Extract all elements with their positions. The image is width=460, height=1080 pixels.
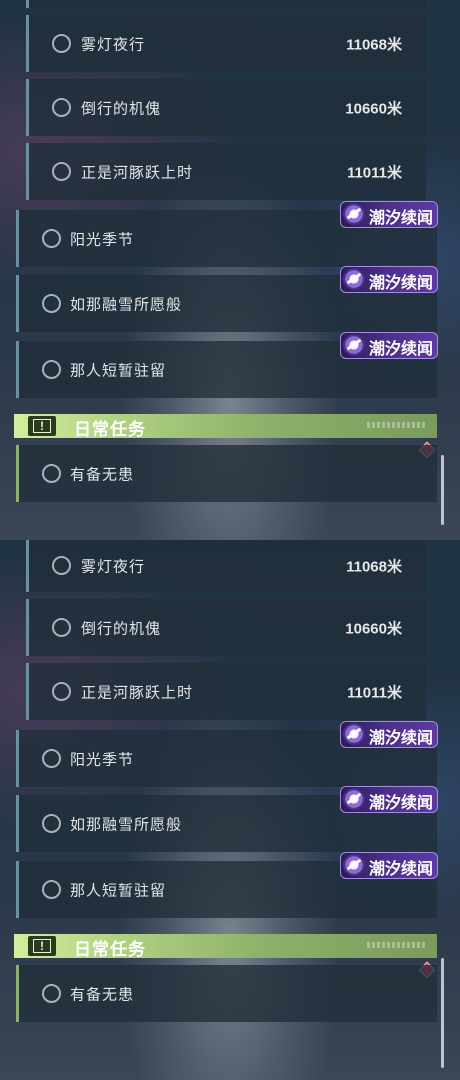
quest-name: 雾灯夜行 [81,558,146,576]
section-title: 日常任务 [74,940,146,959]
quest-distance: 11068米 [346,36,402,53]
quest-item[interactable]: 正是河豚跃上时 11011米 [26,143,426,200]
daily-quest-item[interactable]: 有备无患 [16,965,437,1022]
tidal-wave-icon [343,723,365,745]
quest-item[interactable]: 倒行的机傀 10660米 [26,79,426,136]
quest-name: 正是河豚跃上时 [81,164,194,181]
section-header-daily[interactable]: ! 日常任务 [14,414,437,439]
quest-name: 如那融雪所愿般 [70,816,183,833]
quest-name: 有备无患 [70,986,135,1003]
tidal-tag: 潮汐续闻 [340,721,438,748]
tidal-wave-icon [343,334,365,356]
quest-name: 正是河豚跃上时 [81,684,194,701]
scrollbar[interactable] [441,455,444,525]
header-decoration [367,942,427,948]
quest-panel: 雾灯夜行 11068米 倒行的机傀 10660米 正是河豚跃上时 11011米 … [0,540,460,1080]
quest-item[interactable]: 正是河豚跃上时 11011米 [26,663,426,720]
tag-label: 潮汐续闻 [369,795,434,812]
quest-distance: 11011米 [346,684,402,701]
radio-circle-icon [42,879,61,899]
scrollbar[interactable] [441,958,444,1068]
radio-circle-icon [52,617,71,637]
tag-label: 潮汐续闻 [369,341,434,358]
radio-circle-icon [42,293,61,313]
quest-distance: 11011米 [346,164,402,181]
radio-circle-icon [42,983,61,1003]
radio-circle-icon [42,228,61,248]
quest-name: 如那融雪所愿般 [70,296,183,313]
radio-circle-icon [52,556,71,575]
tidal-tag: 潮汐续闻 [340,201,438,228]
quest-name: 雾灯夜行 [81,36,146,53]
quest-panel: 雾灯夜行 11068米 倒行的机傀 10660米 正是河豚跃上时 11011米 … [0,0,460,540]
quest-item[interactable]: 倒行的机傀 10660米 [26,599,426,656]
exclamation-icon: ! [28,416,56,436]
radio-circle-icon [52,681,71,701]
tag-label: 潮汐续闻 [369,275,434,292]
quest-item[interactable]: 雾灯夜行 11068米 [26,540,426,592]
quest-name: 阳光季节 [70,751,135,768]
quest-distance: 10660米 [345,100,402,117]
radio-circle-icon [52,33,71,53]
section-title: 日常任务 [74,420,146,439]
tag-label: 潮汐续闻 [369,861,434,878]
tidal-wave-icon [343,788,365,810]
quest-distance: 11068米 [346,558,402,576]
radio-circle-icon [42,748,61,768]
section-header-daily[interactable]: ! 日常任务 [14,934,437,959]
tidal-tag: 潮汐续闻 [340,332,438,359]
tidal-tag: 潮汐续闻 [340,266,438,293]
radio-circle-icon [42,813,61,833]
quest-name: 有备无患 [70,466,135,483]
tidal-wave-icon [343,854,365,876]
quest-name: 倒行的机傀 [81,100,162,117]
quest-item[interactable]: 雾灯夜行 11068米 [26,15,426,72]
exclamation-icon: ! [28,936,56,956]
quest-name: 倒行的机傀 [81,620,162,637]
header-decoration [367,422,427,428]
quest-name: 那人短暂驻留 [70,362,167,379]
tag-label: 潮汐续闻 [369,210,434,227]
list-item-partial[interactable] [26,0,426,8]
quest-name: 那人短暂驻留 [70,882,167,899]
radio-circle-icon [52,97,71,117]
radio-circle-icon [42,463,61,483]
tag-label: 潮汐续闻 [369,730,434,747]
quest-distance: 10660米 [345,620,402,637]
tidal-wave-icon [343,203,365,225]
tidal-tag: 潮汐续闻 [340,852,438,879]
daily-quest-item[interactable]: 有备无患 [16,445,437,502]
radio-circle-icon [42,359,61,379]
tidal-tag: 潮汐续闻 [340,786,438,813]
tidal-wave-icon [343,268,365,290]
quest-name: 阳光季节 [70,231,135,248]
radio-circle-icon [52,161,71,181]
